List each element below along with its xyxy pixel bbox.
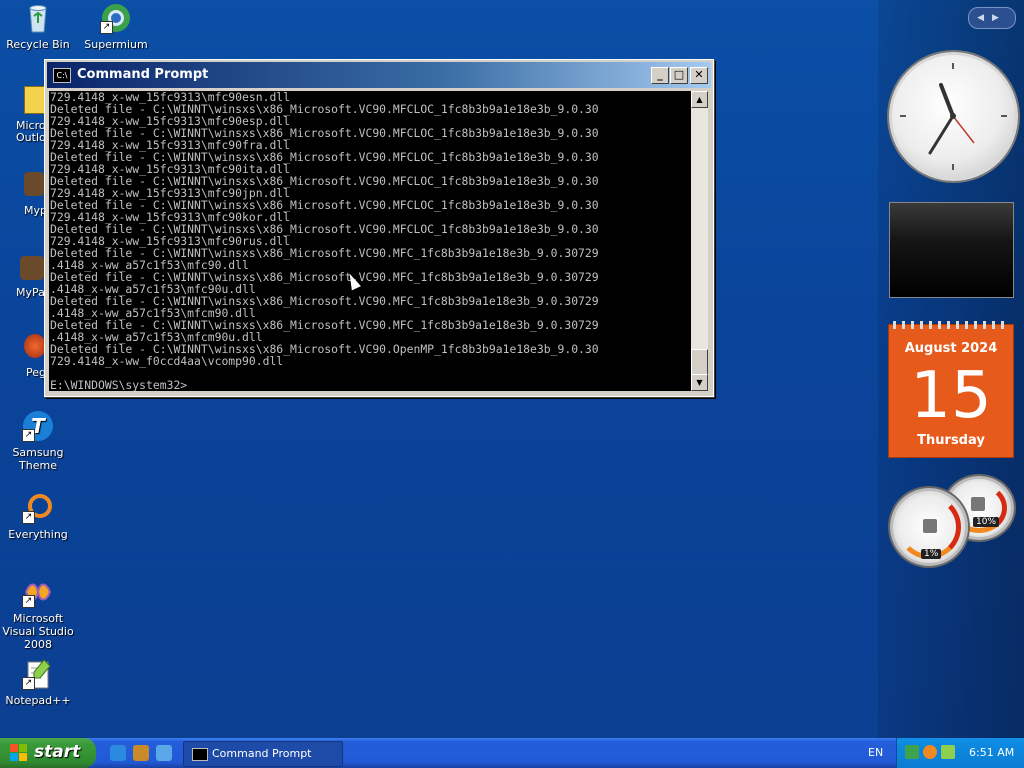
system-tray: 6:51 AM	[896, 738, 1024, 768]
recycle-bin-icon	[22, 2, 54, 34]
console-output[interactable]: 729.4148_x-ww_15fc9313\mfc90esn.dll Dele…	[49, 91, 692, 391]
avatar-icon	[20, 256, 44, 280]
cpu-usage-value: 1%	[921, 549, 942, 559]
shortcut-arrow-icon: ↗	[22, 511, 35, 524]
desktop-icon-label: MyPa	[16, 286, 45, 299]
language-indicator[interactable]: EN	[868, 746, 883, 759]
desktop-icon-everything[interactable]: ↗ Everything	[0, 492, 78, 541]
calendar-weekday: Thursday	[917, 433, 985, 448]
scroll-down-button[interactable]: ▼	[691, 374, 708, 391]
internet-explorer-icon[interactable]	[110, 745, 126, 761]
console-icon: C:\	[53, 68, 71, 83]
shortcut-arrow-icon: ↗	[22, 677, 35, 690]
tray-network-icon[interactable]	[905, 745, 919, 759]
cpu-meter-gadget[interactable]: 1%	[890, 488, 968, 566]
taskbar-button-label: Command Prompt	[212, 747, 312, 760]
close-button[interactable]: ✕	[690, 67, 708, 84]
tray-search-icon[interactable]	[923, 745, 937, 759]
quicklaunch-app-icon[interactable]	[133, 745, 149, 761]
shortcut-arrow-icon: ↗	[100, 21, 113, 34]
window-titlebar[interactable]: C:\ Command Prompt _ □ ✕	[47, 62, 711, 88]
command-prompt-window[interactable]: C:\ Command Prompt _ □ ✕ 729.4148_x-ww_1…	[44, 59, 714, 397]
desktop-icon-label: Supermium	[84, 38, 148, 51]
notepad-plus-plus-icon: ↗	[22, 658, 54, 690]
desktop-icon-notepad-plus-plus[interactable]: ↗ Notepad++	[0, 658, 78, 707]
shortcut-arrow-icon: ↗	[22, 429, 35, 442]
desktop-icon-outlook-partial[interactable]: Micros Outlo	[16, 86, 51, 144]
console-icon	[192, 748, 208, 761]
slideshow-gadget[interactable]	[889, 202, 1014, 298]
sidebar-nav-arrows[interactable]: ◀▶	[968, 7, 1016, 29]
cpu-chip-icon	[923, 519, 937, 533]
samsung-theme-icon: T ↗	[22, 410, 54, 442]
desktop-icon-myp-partial[interactable]: Myp	[24, 172, 47, 217]
desktop-icon-label: Everything	[8, 528, 68, 541]
taskbar-button-command-prompt[interactable]: Command Prompt	[183, 741, 343, 767]
clock-face-icon	[900, 63, 1007, 170]
window-title: Command Prompt	[77, 67, 209, 82]
start-label: start	[34, 742, 81, 762]
outlook-icon	[24, 86, 46, 114]
desktop-icon-recycle-bin[interactable]: Recycle Bin	[0, 2, 78, 51]
desktop-icon-label: Notepad++	[5, 694, 71, 707]
scroll-thumb[interactable]	[691, 349, 708, 375]
supermium-icon: ↗	[100, 2, 132, 34]
desktop-icon-peg-partial[interactable]: Peg	[24, 334, 46, 379]
taskbar: start Command Prompt EN 6:51 AM	[0, 738, 1024, 768]
desktop-icon-label: Microsoft Visual Studio 2008	[2, 612, 74, 651]
windows-logo-icon	[10, 744, 28, 762]
desktop-icon-supermium[interactable]: ↗ Supermium	[76, 2, 156, 51]
desktop-icon-label: Recycle Bin	[6, 38, 70, 51]
desktop-icon-label: Peg	[26, 366, 46, 379]
minimize-button[interactable]: _	[651, 67, 669, 84]
show-desktop-icon[interactable]	[156, 745, 172, 761]
desktop-icon-visual-studio[interactable]: ↗ Microsoft Visual Studio 2008	[0, 576, 78, 651]
calendar-day: 15	[910, 359, 992, 433]
avatar-icon	[24, 172, 44, 196]
desktop-icon-mypa-partial[interactable]: MyPa	[16, 256, 45, 299]
tray-clock[interactable]: 6:51 AM	[969, 746, 1014, 759]
desktop-icon-label: Samsung Theme	[12, 446, 64, 472]
memory-usage-value: 10%	[973, 517, 1000, 527]
memory-chip-icon	[971, 497, 985, 511]
calendar-rings	[893, 321, 1009, 329]
scroll-up-button[interactable]: ▲	[691, 91, 708, 108]
desktop-icon-samsung-theme[interactable]: T ↗ Samsung Theme	[0, 410, 78, 472]
clock-gadget[interactable]	[889, 52, 1018, 181]
calendar-gadget[interactable]: August 2024 15 Thursday	[888, 321, 1014, 458]
pegasus-icon	[24, 334, 46, 358]
start-button[interactable]: start	[0, 738, 96, 768]
everything-icon: ↗	[22, 492, 54, 524]
shortcut-arrow-icon: ↗	[22, 595, 35, 608]
desktop: Recycle Bin ↗ Supermium T ↗ Samsung Them…	[0, 0, 1024, 738]
tray-app-icon[interactable]	[941, 745, 955, 759]
maximize-button[interactable]: □	[670, 67, 688, 84]
calendar-month: August 2024	[904, 341, 998, 356]
vertical-scrollbar[interactable]: ▲ ▼	[691, 91, 708, 391]
visual-studio-icon: ↗	[22, 576, 54, 608]
